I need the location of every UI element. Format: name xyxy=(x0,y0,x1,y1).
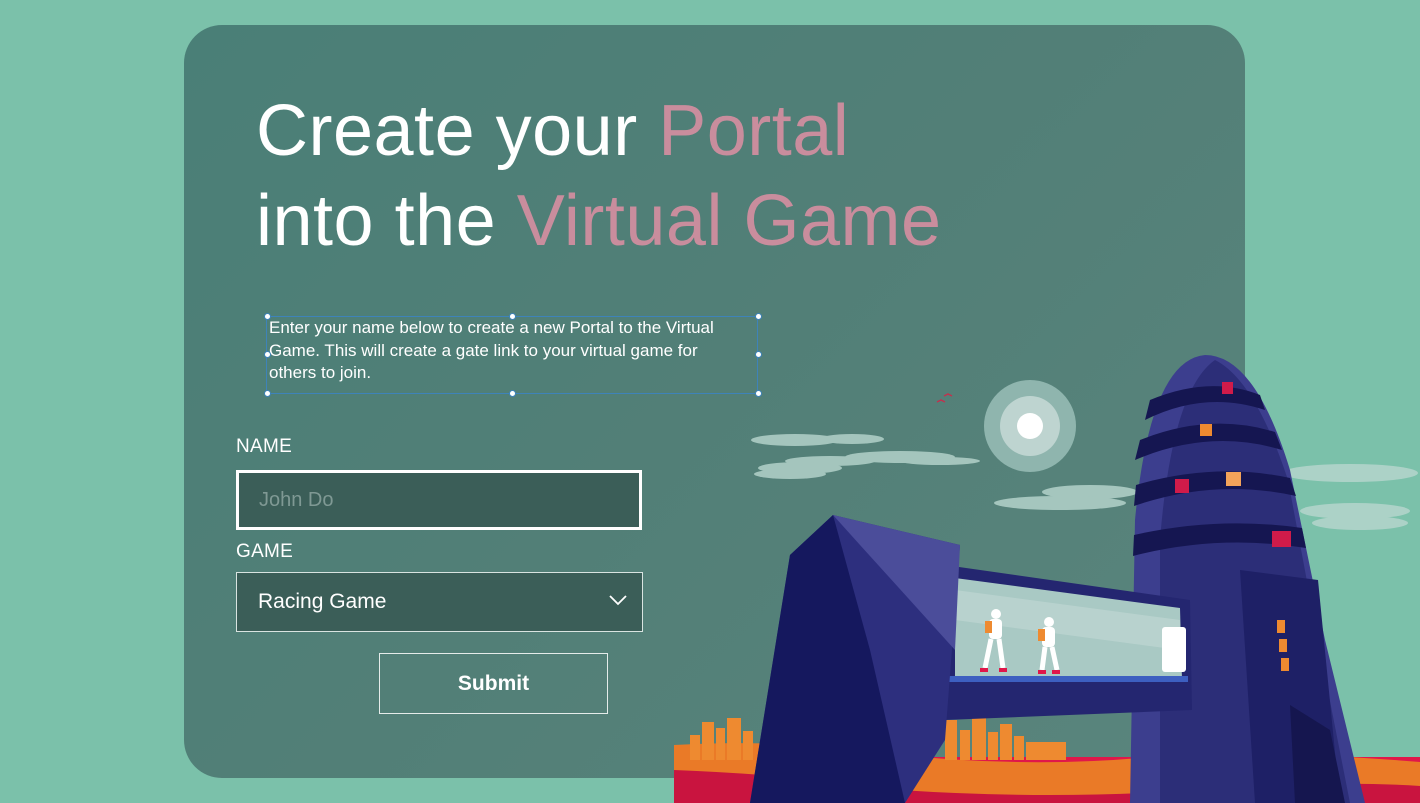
tower xyxy=(1130,355,1365,803)
portal-illustration xyxy=(674,355,1420,803)
portal-door xyxy=(1162,627,1186,672)
gate-structure xyxy=(750,515,960,803)
sun xyxy=(1017,413,1043,439)
clouds xyxy=(751,434,1418,530)
